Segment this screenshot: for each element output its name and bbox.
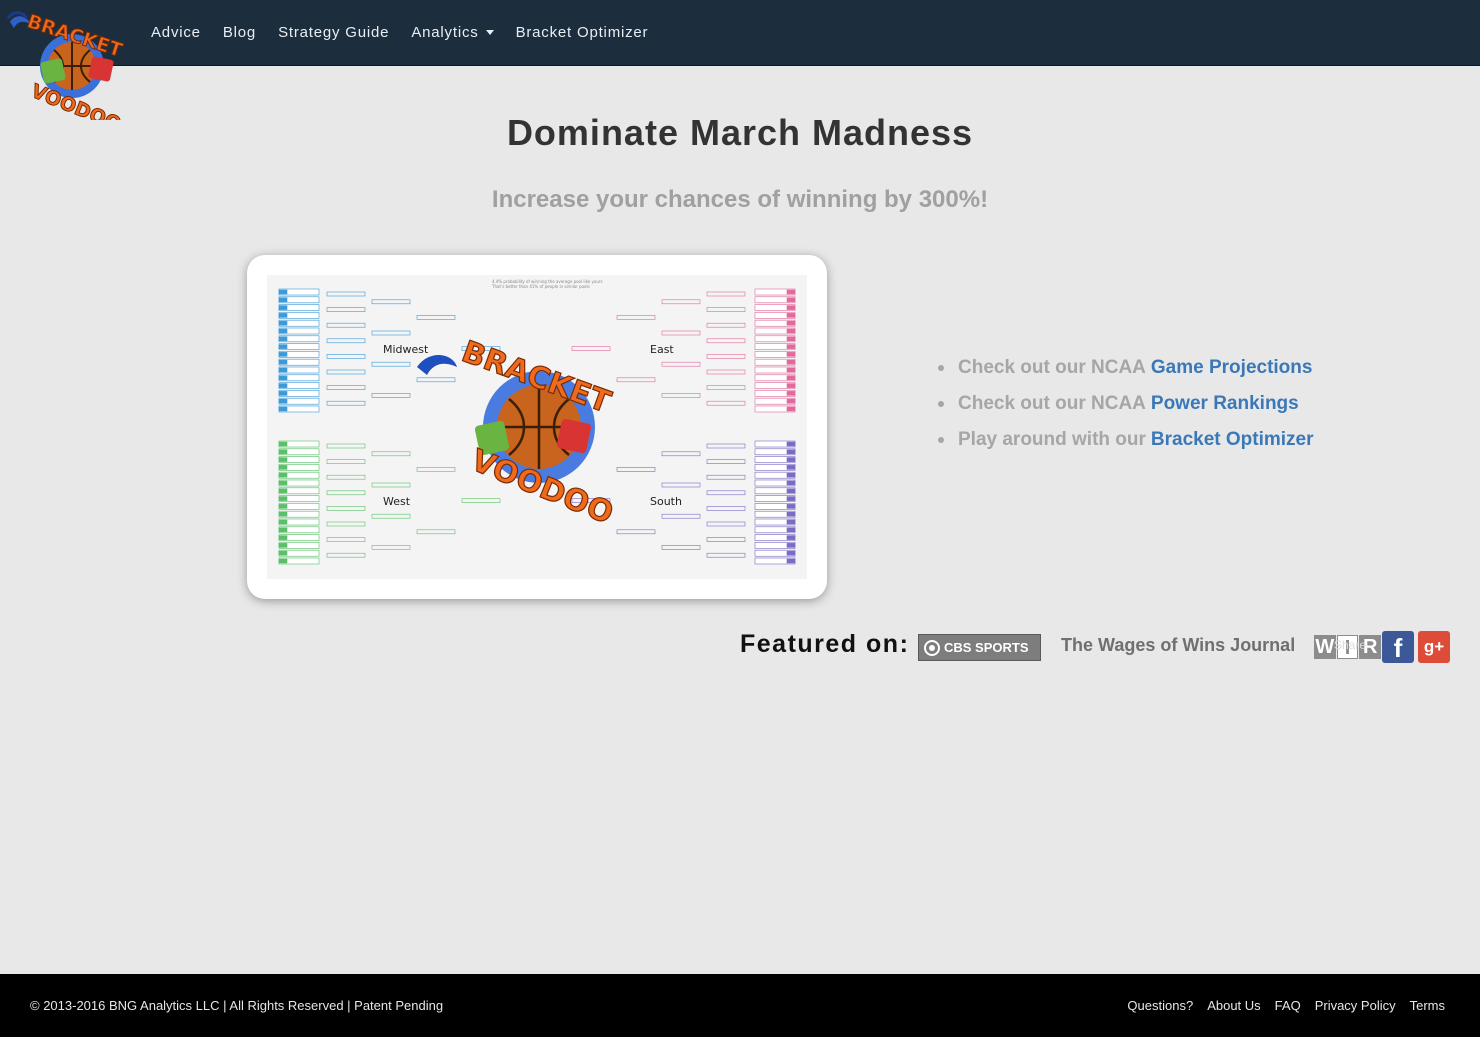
page-title: Dominate March Madness <box>506 112 974 153</box>
list-item: Check out our NCAA Power Rankings <box>938 386 1314 422</box>
share-label: Share <box>1334 638 1367 652</box>
bracket-diagram: 4.4% probability of winning the average … <box>278 279 796 565</box>
nav-analytics-label: Analytics <box>411 24 479 41</box>
wages-of-wins-logo[interactable]: The Wages of Wins Journal <box>1061 635 1295 656</box>
facebook-share-button[interactable]: f <box>1382 631 1414 663</box>
footer-link-faq[interactable]: FAQ <box>1275 998 1301 1013</box>
caret-down-icon <box>485 30 494 35</box>
featured-on-label: Featured on: <box>740 630 910 658</box>
facebook-icon: f <box>1393 633 1403 663</box>
list-item: Play around with our Bracket Optimizer <box>938 422 1314 458</box>
cbs-sports-logo[interactable]: CBS SPORTS <box>918 634 1041 661</box>
list-item: Check out our NCAA Game Projections <box>938 350 1314 386</box>
nav-blog[interactable]: Blog <box>212 24 267 41</box>
region-east: East <box>650 343 674 356</box>
footer-link-questions[interactable]: Questions? <box>1127 998 1193 1013</box>
copyright-text: © 2013-2016 BNG Analytics LLC | All Righ… <box>30 998 444 1013</box>
link-game-projections[interactable]: Game Projections <box>1151 357 1313 379</box>
bracket-preview-image: 4.4% probability of winning the average … <box>267 275 807 579</box>
center-voodoo-logo: BRACKET VOODOO <box>417 334 619 532</box>
bullet-icon <box>938 437 944 443</box>
footer-link-terms[interactable]: Terms <box>1410 998 1445 1013</box>
region-midwest: Midwest <box>383 343 429 356</box>
bracket-preview-card[interactable]: 4.4% probability of winning the average … <box>247 255 827 599</box>
svg-text:That's better than 41% of peop: That's better than 41% of people in simi… <box>491 284 590 289</box>
bracket-voodoo-logo[interactable]: BRACKET VOODOO <box>6 8 132 120</box>
nav-bracket-optimizer[interactable]: Bracket Optimizer <box>505 24 660 41</box>
cbs-eye-icon <box>924 639 940 656</box>
footer-links: Questions? About Us FAQ Privacy Policy T… <box>1113 998 1445 1013</box>
page-subtitle: Increase your chances of winning by 300%… <box>491 186 989 213</box>
google-plus-icon: g+ <box>1423 637 1445 656</box>
nav-strategy-guide[interactable]: Strategy Guide <box>267 24 400 41</box>
nav-analytics-dropdown[interactable]: Analytics <box>400 24 504 41</box>
footer: © 2013-2016 BNG Analytics LLC | All Righ… <box>0 974 1480 1037</box>
region-south: South <box>650 495 682 508</box>
footer-link-privacy-policy[interactable]: Privacy Policy <box>1315 998 1396 1013</box>
region-west: West <box>383 495 411 508</box>
footer-link-about-us[interactable]: About Us <box>1207 998 1260 1013</box>
link-bracket-optimizer[interactable]: Bracket Optimizer <box>1151 429 1314 451</box>
top-navbar: Advice Blog Strategy Guide Analytics Bra… <box>0 0 1480 66</box>
bullet-icon <box>938 365 944 371</box>
google-plus-share-button[interactable]: g+ <box>1418 631 1450 663</box>
main-nav: Advice Blog Strategy Guide Analytics Bra… <box>140 0 659 65</box>
feature-links: Check out our NCAA Game Projections Chec… <box>938 350 1314 458</box>
link-power-rankings[interactable]: Power Rankings <box>1151 393 1299 415</box>
nav-advice[interactable]: Advice <box>140 24 212 41</box>
bullet-icon <box>938 401 944 407</box>
